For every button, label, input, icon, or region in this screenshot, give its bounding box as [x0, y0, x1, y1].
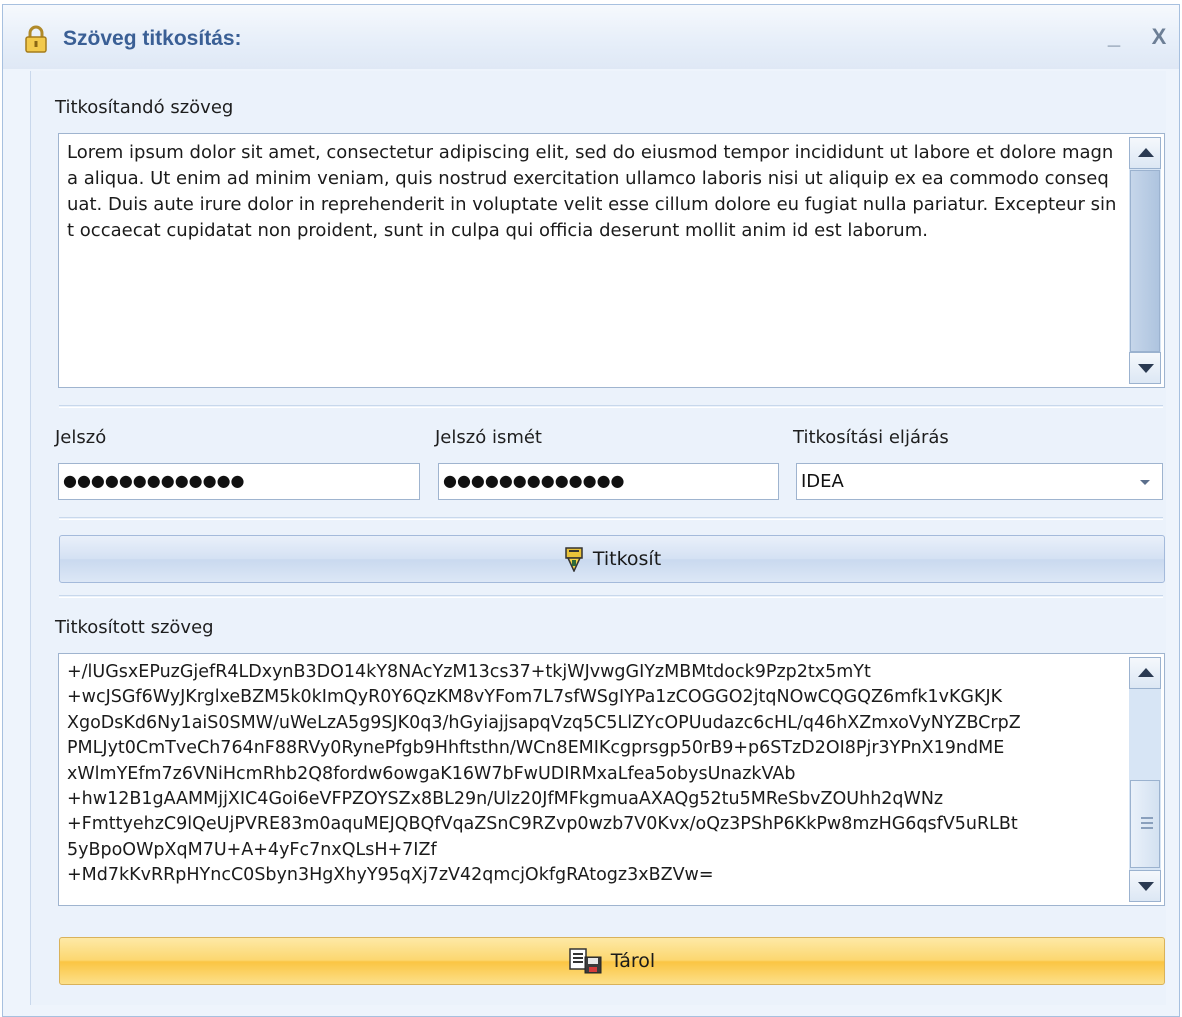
password-repeat-masked: ●●●●●●●●●●●●● [443, 471, 625, 490]
save-document-icon [569, 948, 602, 974]
password-repeat-label: Jelszó ismét [435, 427, 542, 448]
password-field[interactable]: ●●●●●●●●●●●●● [58, 463, 420, 500]
separator [59, 517, 1163, 520]
title-bar[interactable]: Szöveg titkosítás: _ X [3, 5, 1179, 69]
method-label: Titkosítási eljárás [793, 427, 949, 448]
method-select[interactable]: IDEA [796, 463, 1163, 500]
arrow-down-icon [1138, 364, 1154, 373]
plain-text-label: Titkosítandó szöveg [55, 97, 234, 118]
encrypt-button[interactable]: Titkosít [59, 535, 1165, 583]
separator [59, 405, 1163, 408]
scroll-thumb[interactable] [1130, 780, 1160, 868]
cipher-text-content: +/lUGsxEPuzGjefR4LDxynB3DO14kY8NAcYzM13c… [67, 662, 1021, 886]
plain-text-scrollbar[interactable] [1129, 137, 1161, 384]
grip-icon [1141, 827, 1153, 829]
separator [59, 595, 1163, 598]
plain-text-area[interactable]: Lorem ipsum dolor sit amet, consectetur … [58, 133, 1165, 388]
method-selected-value: IDEA [801, 471, 844, 492]
password-repeat-field[interactable]: ●●●●●●●●●●●●● [438, 463, 779, 500]
cipher-text-area[interactable]: +/lUGsxEPuzGjefR4LDxynB3DO14kY8NAcYzM13c… [58, 653, 1165, 906]
cipher-text-scrollbar[interactable] [1129, 657, 1161, 902]
arrow-down-icon [1138, 882, 1154, 891]
password-label: Jelszó [55, 427, 107, 448]
cipher-text-label: Titkosított szöveg [55, 617, 214, 638]
password-masked: ●●●●●●●●●●●●● [63, 471, 245, 490]
scroll-down-button[interactable] [1129, 870, 1161, 902]
encrypt-button-label: Titkosít [592, 548, 662, 570]
scroll-thumb[interactable] [1130, 170, 1160, 352]
store-button[interactable]: Tárol [59, 937, 1165, 985]
scroll-down-button[interactable] [1129, 352, 1161, 384]
close-button[interactable]: X [1145, 23, 1173, 51]
arrow-up-icon [1138, 148, 1154, 157]
window-title: Szöveg titkosítás: [63, 27, 242, 50]
scroll-up-button[interactable] [1129, 137, 1161, 169]
encrypt-icon [565, 547, 583, 572]
scroll-up-button[interactable] [1129, 657, 1161, 689]
chevron-down-icon[interactable] [1140, 480, 1150, 485]
encrypt-text-window: Szöveg titkosítás: _ X Titkosítandó szöv… [2, 4, 1180, 1017]
form-panel: Titkosítandó szöveg Lorem ipsum dolor si… [30, 71, 1166, 1005]
store-button-label: Tárol [610, 950, 656, 972]
minimize-button[interactable]: _ [1100, 23, 1128, 51]
arrow-up-icon [1138, 668, 1154, 677]
plain-text-content: Lorem ipsum dolor sit amet, consectetur … [67, 142, 1117, 241]
grip-icon [1141, 817, 1153, 819]
lock-icon [25, 25, 47, 53]
grip-icon [1141, 822, 1153, 824]
